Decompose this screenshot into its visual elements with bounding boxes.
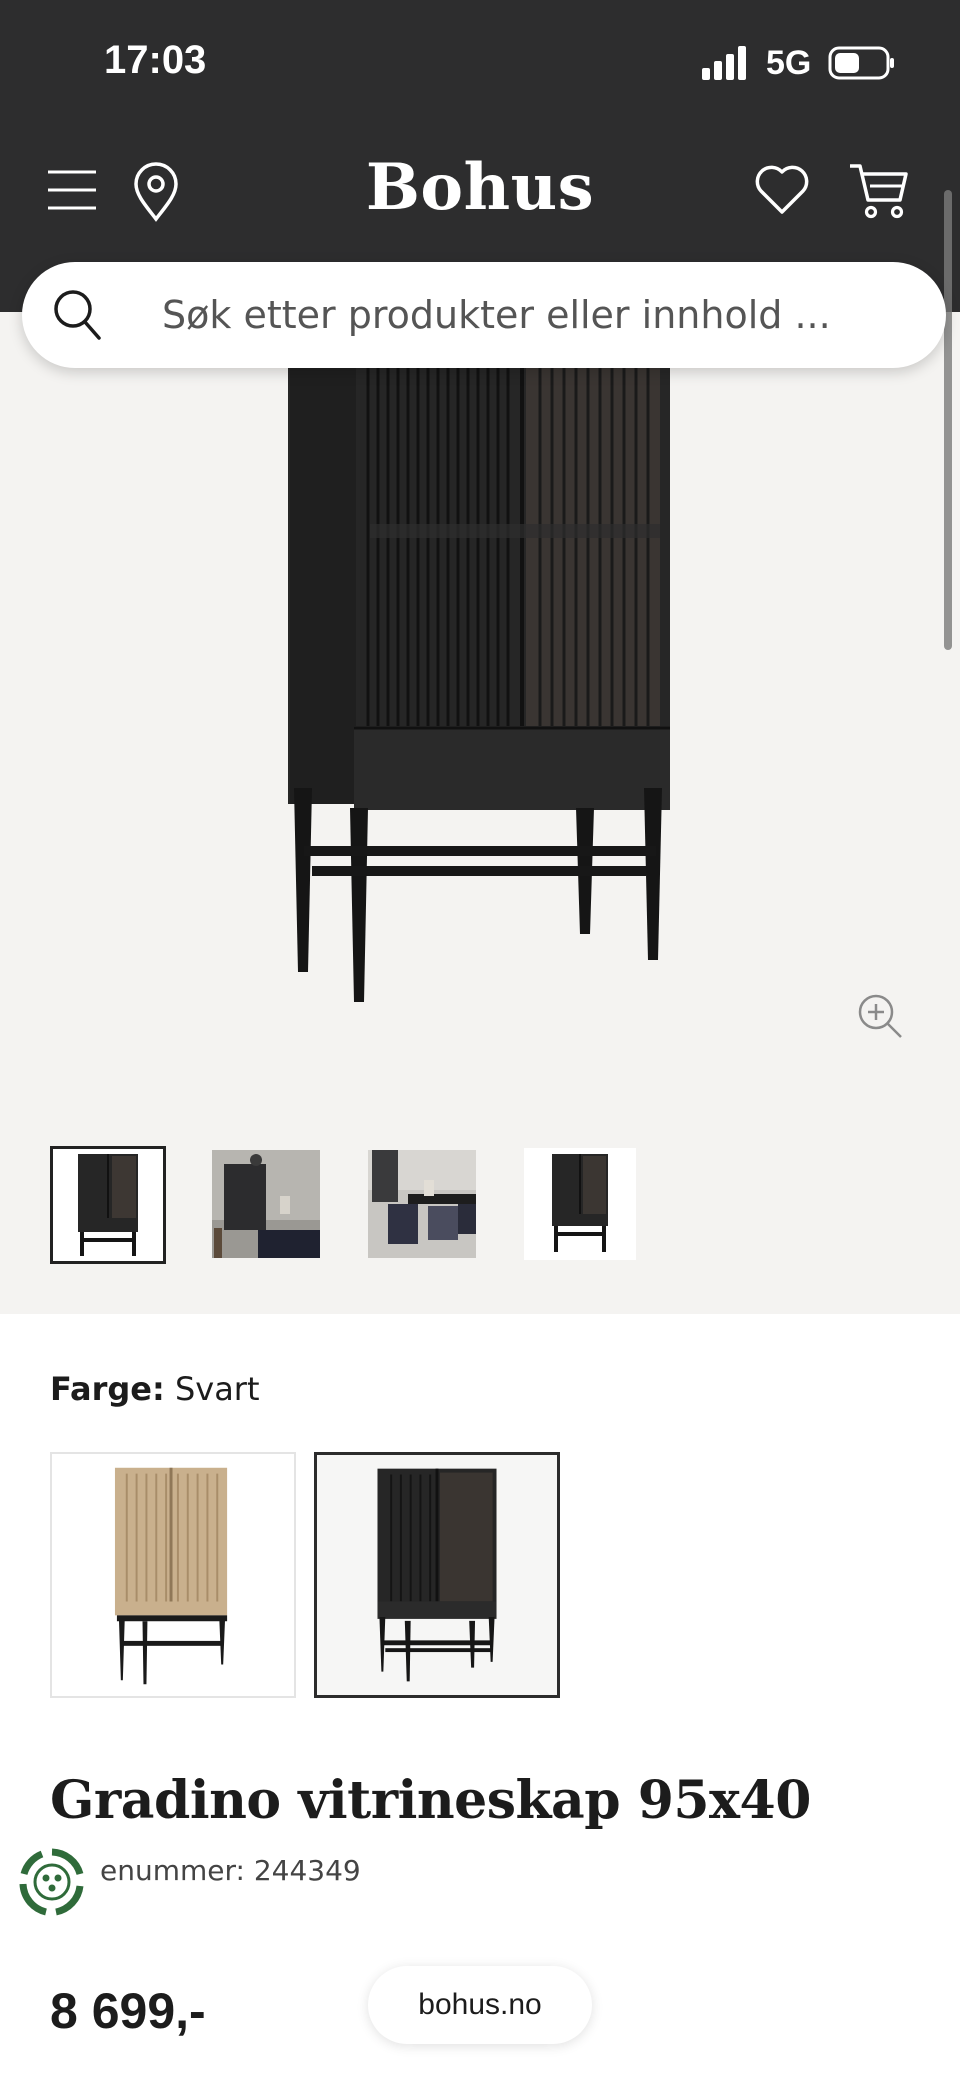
network-type: 5G [766, 44, 812, 82]
color-value: Svart [174, 1370, 260, 1408]
brand-logo[interactable]: Bohus [0, 150, 960, 225]
color-label: Farge: Svart [50, 1370, 260, 1408]
thumbnail-1[interactable] [50, 1146, 166, 1264]
thumbnail-3[interactable] [368, 1150, 476, 1258]
product-number: enummer: 244349 [100, 1854, 361, 1887]
search-input[interactable] [162, 284, 902, 346]
signal-strength-icon [702, 46, 746, 80]
product-title: Gradino vitrineskap 95x40 [50, 1770, 811, 1831]
zoom-icon[interactable] [856, 992, 904, 1040]
site-url-pill[interactable]: bohus.no [368, 1966, 592, 2044]
battery-icon [828, 46, 894, 80]
status-time: 17:03 [104, 38, 207, 82]
scrollbar[interactable] [944, 190, 952, 650]
color-label-key: Farge: [50, 1370, 165, 1408]
product-main-image[interactable] [0, 312, 960, 1032]
product-price: 8 699,- [50, 1983, 206, 2039]
search-icon[interactable] [52, 288, 102, 342]
thumbnail-4[interactable] [524, 1148, 636, 1260]
thumbnail-2[interactable] [212, 1150, 320, 1258]
recycle-badge-icon[interactable] [16, 1846, 88, 1918]
product-gallery [0, 312, 960, 1314]
color-swatch-oak[interactable] [50, 1452, 296, 1698]
color-swatch-black[interactable] [314, 1452, 560, 1698]
thumbnail-strip [0, 1146, 960, 1266]
cart-icon[interactable] [848, 162, 910, 220]
heart-icon[interactable] [754, 164, 810, 216]
search-bar [22, 262, 946, 368]
